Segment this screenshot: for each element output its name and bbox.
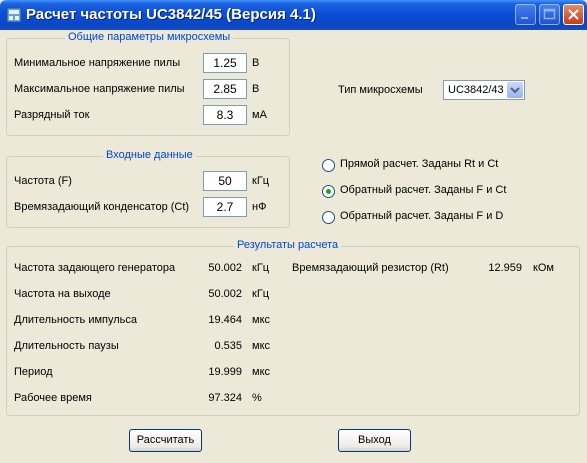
capacitor-label: Времязадающий конденсатор (Ct) [14, 201, 190, 213]
result-unit: мкс [252, 340, 270, 352]
result-label: Период [14, 366, 53, 378]
input-data-group: Входные данные [6, 149, 290, 228]
result-unit: мкс [252, 314, 270, 326]
app-icon [6, 7, 22, 23]
result-value: 50.002 [208, 262, 242, 274]
radio-selected-dot [326, 189, 331, 194]
minimize-button[interactable] [515, 4, 536, 25]
title-bar[interactable]: Расчет частоты UC3842/45 (Версия 4.1) [0, 0, 587, 30]
max-voltage-unit: В [252, 83, 260, 95]
close-button[interactable] [563, 4, 584, 25]
discharge-current-field[interactable]: 8.3 [203, 105, 247, 125]
window-title: Расчет частоты UC3842/45 (Версия 4.1) [26, 6, 316, 23]
result-label: Длительность импульса [14, 314, 138, 326]
result-label: Рабочее время [14, 392, 92, 404]
result-unit: % [252, 392, 262, 404]
capacitor-unit: нФ [252, 201, 267, 213]
chip-params-title: Общие параметры микросхемы [65, 31, 234, 43]
discharge-current-unit: мА [252, 109, 267, 121]
chip-type-dropdown-button[interactable] [507, 82, 523, 98]
resistor-value: 12.959 [488, 262, 522, 274]
frequency-unit: кГц [252, 175, 270, 187]
radio-circle [322, 211, 335, 224]
result-value: 19.999 [208, 366, 242, 378]
radio-circle [322, 185, 335, 198]
chevron-down-icon [510, 87, 520, 94]
result-label: Частота на выходе [14, 288, 111, 300]
result-label: Частота задающего генератора [14, 262, 176, 274]
results-title: Результаты расчета [234, 239, 342, 251]
resistor-label: Времязадающий резистор (Rt) [292, 262, 449, 274]
maximize-icon [543, 8, 556, 20]
result-unit: кГц [252, 288, 270, 300]
result-unit: мкс [252, 366, 270, 378]
maximize-button[interactable] [539, 4, 560, 25]
resistor-unit: кОм [533, 262, 554, 274]
chip-type-value: UC3842/43 [448, 84, 504, 96]
result-value: 0.535 [214, 340, 242, 352]
discharge-current-label: Разрядный ток [14, 109, 90, 121]
chip-type-label: Тип микросхемы [338, 84, 423, 96]
radio-circle [322, 159, 335, 172]
mode-reverse-f-ct-label: Обратный расчет. Заданы F и Ct [340, 184, 507, 196]
min-voltage-unit: В [252, 57, 260, 69]
result-value: 50.002 [208, 288, 242, 300]
input-data-title: Входные данные [103, 149, 196, 161]
exit-button[interactable]: Выход [338, 429, 411, 452]
minimize-icon [521, 17, 528, 19]
chip-type-select[interactable]: UC3842/43 [443, 80, 525, 100]
min-voltage-field[interactable]: 1.25 [203, 53, 247, 73]
result-unit: кГц [252, 262, 270, 274]
frequency-label: Частота (F) [14, 175, 72, 187]
min-voltage-label: Минимальное напряжение пилы [14, 57, 181, 69]
mode-reverse-f-d-label: Обратный расчет. Заданы F и D [340, 210, 504, 222]
result-value: 97.324 [208, 392, 242, 404]
mode-direct-label: Прямой расчет. Заданы Rt и Ct [340, 158, 499, 170]
max-voltage-label: Максимальное напряжение пилы [14, 83, 185, 95]
result-value: 19.464 [208, 314, 242, 326]
capacitor-field[interactable]: 2.7 [203, 197, 247, 217]
close-icon [568, 9, 579, 20]
result-label: Длительность паузы [14, 340, 119, 352]
max-voltage-field[interactable]: 2.85 [203, 79, 247, 99]
frequency-field[interactable]: 50 [203, 171, 247, 191]
calculate-button[interactable]: Рассчитать [129, 429, 202, 452]
